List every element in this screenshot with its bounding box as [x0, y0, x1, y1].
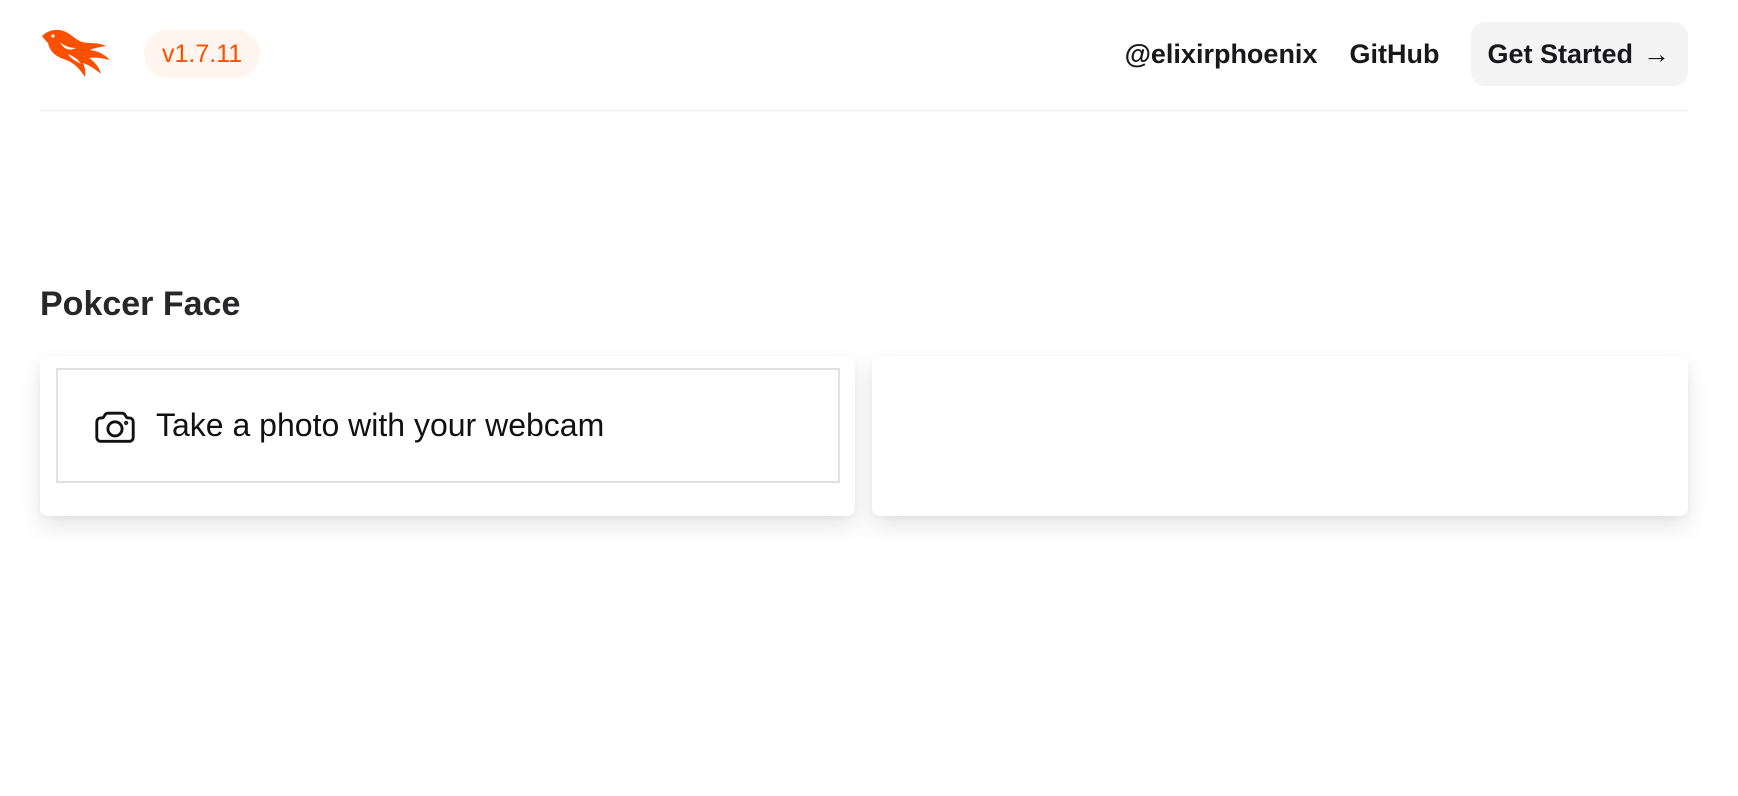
page-title: Pokcer Face	[40, 285, 241, 323]
top-nav: @elixirphoenix GitHub Get Started →	[1125, 22, 1688, 86]
arrow-right-icon: →	[1643, 38, 1670, 69]
take-photo-label: Take a photo with your webcam	[156, 407, 605, 443]
version-badge: v1.7.11	[144, 30, 261, 78]
webcam-card: Take a photo with your webcam	[40, 356, 855, 516]
twitter-link[interactable]: @elixirphoenix	[1125, 22, 1318, 86]
site-header: v1.7.11 @elixirphoenix GitHub Get Starte…	[40, 0, 1688, 111]
github-link[interactable]: GitHub	[1349, 22, 1439, 86]
phoenix-logo-icon[interactable]	[40, 26, 112, 78]
get-started-button[interactable]: Get Started →	[1471, 22, 1688, 86]
camera-icon	[92, 403, 138, 449]
result-card	[872, 356, 1688, 516]
get-started-label: Get Started	[1487, 38, 1633, 69]
take-photo-button[interactable]: Take a photo with your webcam	[56, 368, 840, 483]
